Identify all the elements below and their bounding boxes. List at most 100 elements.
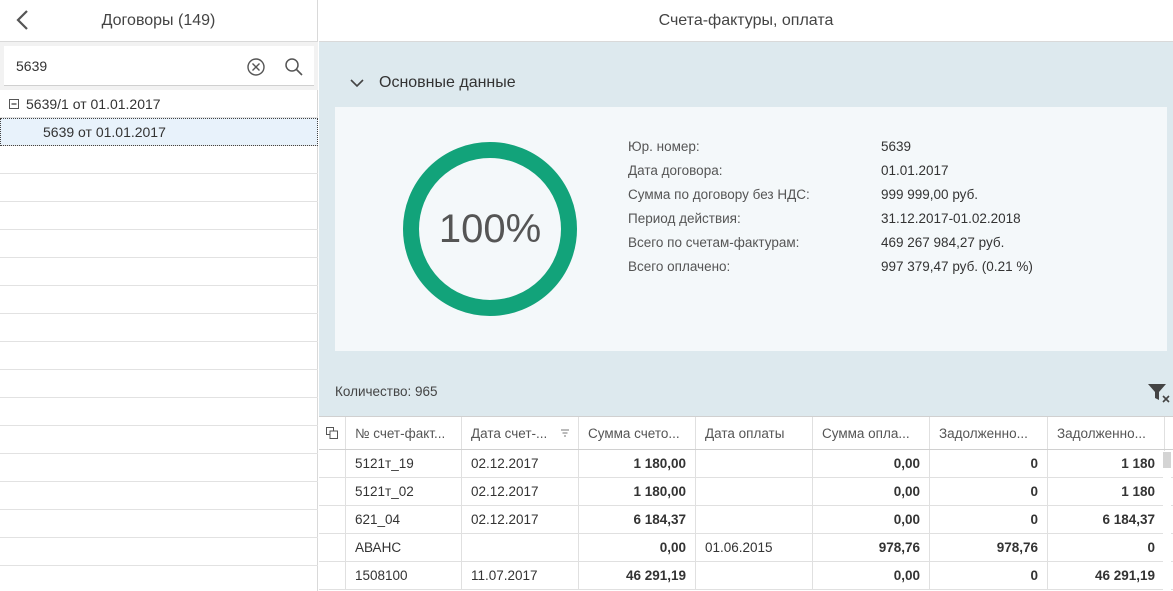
table-cell: 1 180 — [1048, 450, 1165, 477]
empty-row — [0, 370, 318, 398]
info-label: Сумма по договору без НДС: — [628, 187, 810, 202]
table-cell: 0 — [930, 562, 1048, 589]
contracts-title: Договоры (149) — [101, 11, 216, 29]
info-label: Юр. номер: — [628, 139, 700, 154]
empty-row — [0, 426, 318, 454]
empty-row — [0, 286, 318, 314]
row-gutter — [319, 562, 346, 589]
search-icon[interactable] — [284, 57, 304, 77]
contracts-tree: 5639/1 от 01.01.2017 5639 от 01.01.2017 — [0, 90, 318, 566]
progress-text: 100% — [438, 206, 542, 251]
table-row[interactable]: 5121т_19 02.12.2017 1 180,00 0,00 0 1 18… — [319, 450, 1173, 478]
search-input[interactable] — [4, 46, 314, 86]
row-gutter — [319, 450, 346, 477]
row-gutter — [319, 478, 346, 505]
section-toggle[interactable]: Основные данные — [349, 70, 516, 96]
table-cell — [696, 450, 813, 477]
empty-row — [0, 398, 318, 426]
table-cell: 6 184,37 — [1048, 506, 1165, 533]
table-cell: 621_04 — [346, 506, 462, 533]
column-header-label: Дата счет-... — [471, 425, 548, 441]
empty-row — [0, 510, 318, 538]
grid-scrollbar[interactable] — [1163, 451, 1171, 591]
invoices-panel: Счета-фактуры, оплата Основные данные 10… — [319, 0, 1173, 591]
tree-item-selected[interactable]: 5639 от 01.01.2017 — [0, 118, 318, 146]
invoices-grid: № счет-факт... Дата счет-... Сумма счето… — [319, 416, 1173, 591]
table-row[interactable]: 5121т_02 02.12.2017 1 180,00 0,00 0 1 18… — [319, 478, 1173, 506]
summary-card: 100% Юр. номер: 5639 Дата договора: 01.0… — [335, 107, 1167, 351]
empty-row — [0, 258, 318, 286]
clear-icon[interactable] — [246, 57, 266, 77]
table-row[interactable]: 1508100 11.07.2017 46 291,19 0,00 0 46 2… — [319, 562, 1173, 590]
empty-row — [0, 146, 318, 174]
empty-row — [0, 202, 318, 230]
grid-header-row: № счет-факт... Дата счет-... Сумма счето… — [319, 416, 1173, 450]
table-cell: 46 291,19 — [1048, 562, 1165, 589]
column-chooser-icon[interactable] — [319, 417, 346, 449]
info-label: Всего оплачено: — [628, 259, 731, 274]
table-cell — [696, 506, 813, 533]
table-cell: 02.12.2017 — [462, 478, 579, 505]
table-cell: 46 291,19 — [579, 562, 696, 589]
column-header[interactable]: Дата оплаты — [696, 417, 813, 449]
empty-row — [0, 454, 318, 482]
column-header[interactable]: Задолженно... — [1048, 417, 1165, 449]
search-bar — [0, 42, 318, 90]
table-cell: 0 — [930, 478, 1048, 505]
scrollbar-thumb[interactable] — [1163, 452, 1171, 468]
table-cell: 1 180,00 — [579, 478, 696, 505]
table-cell: 1 180,00 — [579, 450, 696, 477]
info-value: 997 379,47 руб. (0.21 %) — [881, 259, 1033, 274]
row-gutter — [319, 506, 346, 533]
record-count: Количество: 965 — [335, 384, 438, 399]
back-arrow-icon[interactable] — [12, 8, 36, 32]
filter-clear-icon[interactable] — [1146, 381, 1172, 405]
invoices-header: Счета-фактуры, оплата — [319, 0, 1173, 42]
section-title: Основные данные — [379, 74, 516, 91]
table-cell: 0,00 — [813, 506, 930, 533]
table-cell: 5121т_02 — [346, 478, 462, 505]
info-value: 5639 — [881, 139, 912, 154]
tree-item-label: 5639/1 от 01.01.2017 — [26, 96, 161, 112]
tree-item-parent[interactable]: 5639/1 от 01.01.2017 — [0, 90, 318, 118]
chevron-down-icon — [350, 79, 364, 88]
info-value: 999 999,00 руб. — [881, 187, 979, 202]
column-header[interactable]: Задолженно... — [930, 417, 1048, 449]
column-header-sorted[interactable]: Дата счет-... — [462, 417, 579, 449]
column-header[interactable]: Сумма счето... — [579, 417, 696, 449]
column-header[interactable]: Сумма опла... — [813, 417, 930, 449]
table-cell: 5121т_19 — [346, 450, 462, 477]
table-cell: 02.12.2017 — [462, 450, 579, 477]
info-label: Дата договора: — [628, 163, 723, 178]
table-cell: АВАНС — [346, 534, 462, 561]
sort-icon — [561, 429, 569, 437]
table-cell: 1508100 — [346, 562, 462, 589]
table-cell — [696, 562, 813, 589]
table-cell: 1 180 — [1048, 478, 1165, 505]
tree-item-label: 5639 от 01.01.2017 — [43, 124, 166, 140]
table-cell — [462, 534, 579, 561]
table-row[interactable]: АВАНС 0,00 01.06.2015 978,76 978,76 0 — [319, 534, 1173, 562]
table-row[interactable]: 621_04 02.12.2017 6 184,37 0,00 0 6 184,… — [319, 506, 1173, 534]
table-cell: 0,00 — [579, 534, 696, 561]
collapse-minus-icon[interactable] — [9, 99, 19, 109]
empty-row — [0, 538, 318, 566]
empty-row — [0, 174, 318, 202]
table-cell: 0 — [930, 506, 1048, 533]
table-cell: 11.07.2017 — [462, 562, 579, 589]
contracts-header: Договоры (149) — [0, 0, 317, 42]
empty-row — [0, 482, 318, 510]
table-cell: 978,76 — [930, 534, 1048, 561]
info-label: Период действия: — [628, 211, 741, 226]
table-cell: 0,00 — [813, 562, 930, 589]
column-header[interactable]: № счет-факт... — [346, 417, 462, 449]
table-cell: 978,76 — [813, 534, 930, 561]
empty-row — [0, 342, 318, 370]
empty-row — [0, 230, 318, 258]
table-cell — [696, 478, 813, 505]
info-label: Всего по счетам-фактурам: — [628, 235, 800, 250]
table-cell: 0 — [930, 450, 1048, 477]
info-value: 31.12.2017-01.02.2018 — [881, 211, 1021, 226]
table-cell: 6 184,37 — [579, 506, 696, 533]
info-value: 01.01.2017 — [881, 163, 949, 178]
